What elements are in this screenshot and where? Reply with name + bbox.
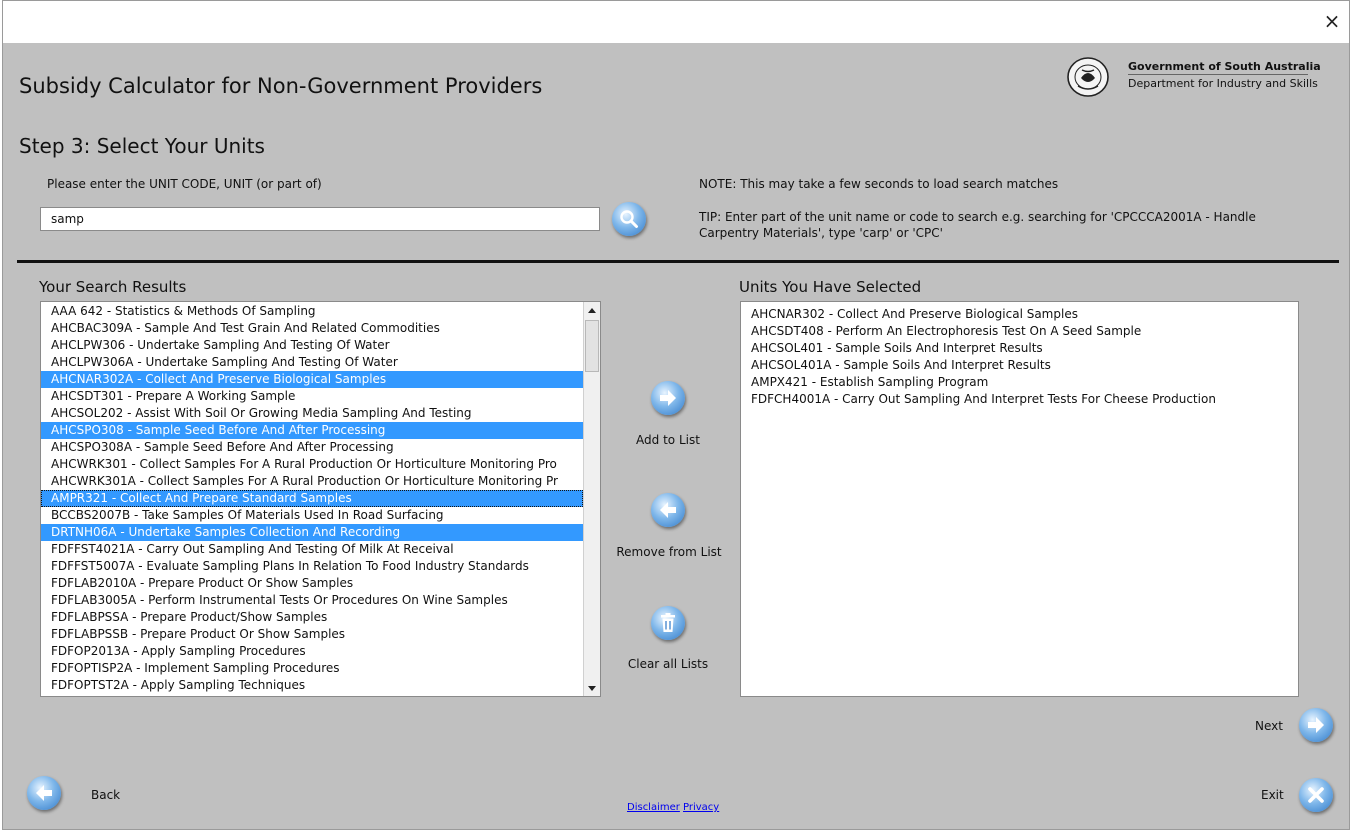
- add-to-list-label[interactable]: Add to List: [613, 433, 723, 447]
- selected-unit-item[interactable]: AHCNAR302 - Collect And Preserve Biologi…: [741, 306, 1298, 323]
- search-result-item[interactable]: FDFFST4021A - Carry Out Sampling And Tes…: [41, 541, 583, 558]
- next-button[interactable]: [1299, 708, 1333, 742]
- search-result-item[interactable]: FDFLAB3005A - Perform Instrumental Tests…: [41, 592, 583, 609]
- scroll-down-arrow-icon: [588, 685, 596, 691]
- trash-icon: [661, 613, 675, 632]
- scroll-up-button[interactable]: [584, 302, 600, 318]
- search-result-item[interactable]: AHCNAR302A - Collect And Preserve Biolog…: [41, 371, 583, 388]
- search-tip: TIP: Enter part of the unit name or code…: [699, 210, 1256, 240]
- close-window-button[interactable]: ×: [1321, 11, 1343, 33]
- selected-unit-item[interactable]: AMPX421 - Establish Sampling Program: [741, 374, 1298, 391]
- search-result-item[interactable]: FDFOPTISP2A - Implement Sampling Procedu…: [41, 660, 583, 677]
- search-result-item[interactable]: AMPR321 - Collect And Prepare Standard S…: [41, 490, 583, 507]
- back-button[interactable]: [27, 776, 61, 810]
- back-label[interactable]: Back: [91, 788, 120, 802]
- exit-label[interactable]: Exit: [1261, 788, 1284, 802]
- search-prompt: Please enter the UNIT CODE, UNIT (or par…: [47, 177, 322, 191]
- results-header: Your Search Results: [39, 278, 187, 296]
- search-results-items: AAA 642 - Statistics & Methods Of Sampli…: [41, 303, 583, 694]
- selected-header: Units You Have Selected: [739, 278, 922, 296]
- arrow-left-icon: [660, 502, 676, 518]
- selected-unit-item[interactable]: AHCSDT408 - Perform An Electrophoresis T…: [741, 323, 1298, 340]
- search-result-item[interactable]: DRTNH06A - Undertake Samples Collection …: [41, 524, 583, 541]
- disclaimer-link[interactable]: Disclaimer: [627, 802, 680, 813]
- add-to-list-button[interactable]: [651, 381, 685, 415]
- government-logo: [1066, 56, 1122, 98]
- arrow-right-icon: [1308, 717, 1324, 733]
- scroll-up-arrow-icon: [588, 307, 596, 313]
- search-result-item[interactable]: AHCSDT301 - Prepare A Working Sample: [41, 388, 583, 405]
- search-result-item[interactable]: FDFFST5007A - Evaluate Sampling Plans In…: [41, 558, 583, 575]
- exit-button[interactable]: [1299, 778, 1333, 812]
- privacy-link[interactable]: Privacy: [683, 802, 719, 813]
- scroll-down-button[interactable]: [584, 680, 600, 696]
- search-icon: [620, 210, 638, 228]
- selected-unit-item[interactable]: FDFCH4001A - Carry Out Sampling And Inte…: [741, 391, 1298, 408]
- search-result-item[interactable]: AHCSPO308A - Sample Seed Before And Afte…: [41, 439, 583, 456]
- search-button[interactable]: [612, 202, 646, 236]
- search-result-item[interactable]: AHCWRK301A - Collect Samples For A Rural…: [41, 473, 583, 490]
- section-divider: [17, 260, 1339, 263]
- step-title: Step 3: Select Your Units: [19, 134, 265, 158]
- search-result-item[interactable]: FDFLABPSSA - Prepare Product/Show Sample…: [41, 609, 583, 626]
- app-window: × Subsidy Calculator for Non-Government …: [2, 0, 1350, 830]
- search-result-item[interactable]: FDFLAB2010A - Prepare Product Or Show Sa…: [41, 575, 583, 592]
- title-bar: ×: [3, 1, 1349, 43]
- logo-line-2: Department for Industry and Skills: [1128, 77, 1318, 90]
- search-result-item[interactable]: AHCSOL202 - Assist With Soil Or Growing …: [41, 405, 583, 422]
- remove-from-list-button[interactable]: [651, 493, 685, 527]
- app-title: Subsidy Calculator for Non-Government Pr…: [19, 74, 543, 98]
- search-result-item[interactable]: FDFOP2013A - Apply Sampling Procedures: [41, 643, 583, 660]
- search-result-item[interactable]: AHCWRK301 - Collect Samples For A Rural …: [41, 456, 583, 473]
- search-result-item[interactable]: AHCBAC309A - Sample And Test Grain And R…: [41, 320, 583, 337]
- selected-unit-item[interactable]: AHCSOL401 - Sample Soils And Interpret R…: [741, 340, 1298, 357]
- remove-from-list-label[interactable]: Remove from List: [609, 545, 729, 559]
- search-result-item[interactable]: AHCSPO308 - Sample Seed Before And After…: [41, 422, 583, 439]
- arrow-left-icon: [36, 785, 52, 801]
- government-seal-icon: [1067, 57, 1109, 97]
- search-result-item[interactable]: BCCBS2007B - Take Samples Of Materials U…: [41, 507, 583, 524]
- selected-units-list[interactable]: AHCNAR302 - Collect And Preserve Biologi…: [740, 301, 1299, 697]
- scroll-thumb[interactable]: [585, 320, 599, 372]
- selected-units-items: AHCNAR302 - Collect And Preserve Biologi…: [741, 306, 1298, 408]
- arrow-right-icon: [660, 390, 676, 406]
- results-scrollbar[interactable]: [583, 302, 600, 696]
- clear-all-lists-label[interactable]: Clear all Lists: [613, 657, 723, 671]
- search-note: NOTE: This may take a few seconds to loa…: [699, 177, 1059, 191]
- search-result-item[interactable]: FDFLABPSSB - Prepare Product Or Show Sam…: [41, 626, 583, 643]
- next-label[interactable]: Next: [1255, 719, 1283, 733]
- selected-unit-item[interactable]: AHCSOL401A - Sample Soils And Interpret …: [741, 357, 1298, 374]
- search-result-item[interactable]: AHCLPW306 - Undertake Sampling And Testi…: [41, 337, 583, 354]
- search-result-item[interactable]: AAA 642 - Statistics & Methods Of Sampli…: [41, 303, 583, 320]
- clear-all-lists-button[interactable]: [651, 606, 685, 640]
- search-results-list[interactable]: AAA 642 - Statistics & Methods Of Sampli…: [40, 301, 601, 697]
- search-result-item[interactable]: FDFOPTST2A - Apply Sampling Techniques: [41, 677, 583, 694]
- search-result-item[interactable]: AHCLPW306A - Undertake Sampling And Test…: [41, 354, 583, 371]
- search-input[interactable]: [40, 207, 600, 231]
- logo-line-1: Government of South Australia: [1128, 60, 1321, 73]
- close-icon: [1308, 787, 1324, 803]
- logo-rule: [1128, 74, 1308, 75]
